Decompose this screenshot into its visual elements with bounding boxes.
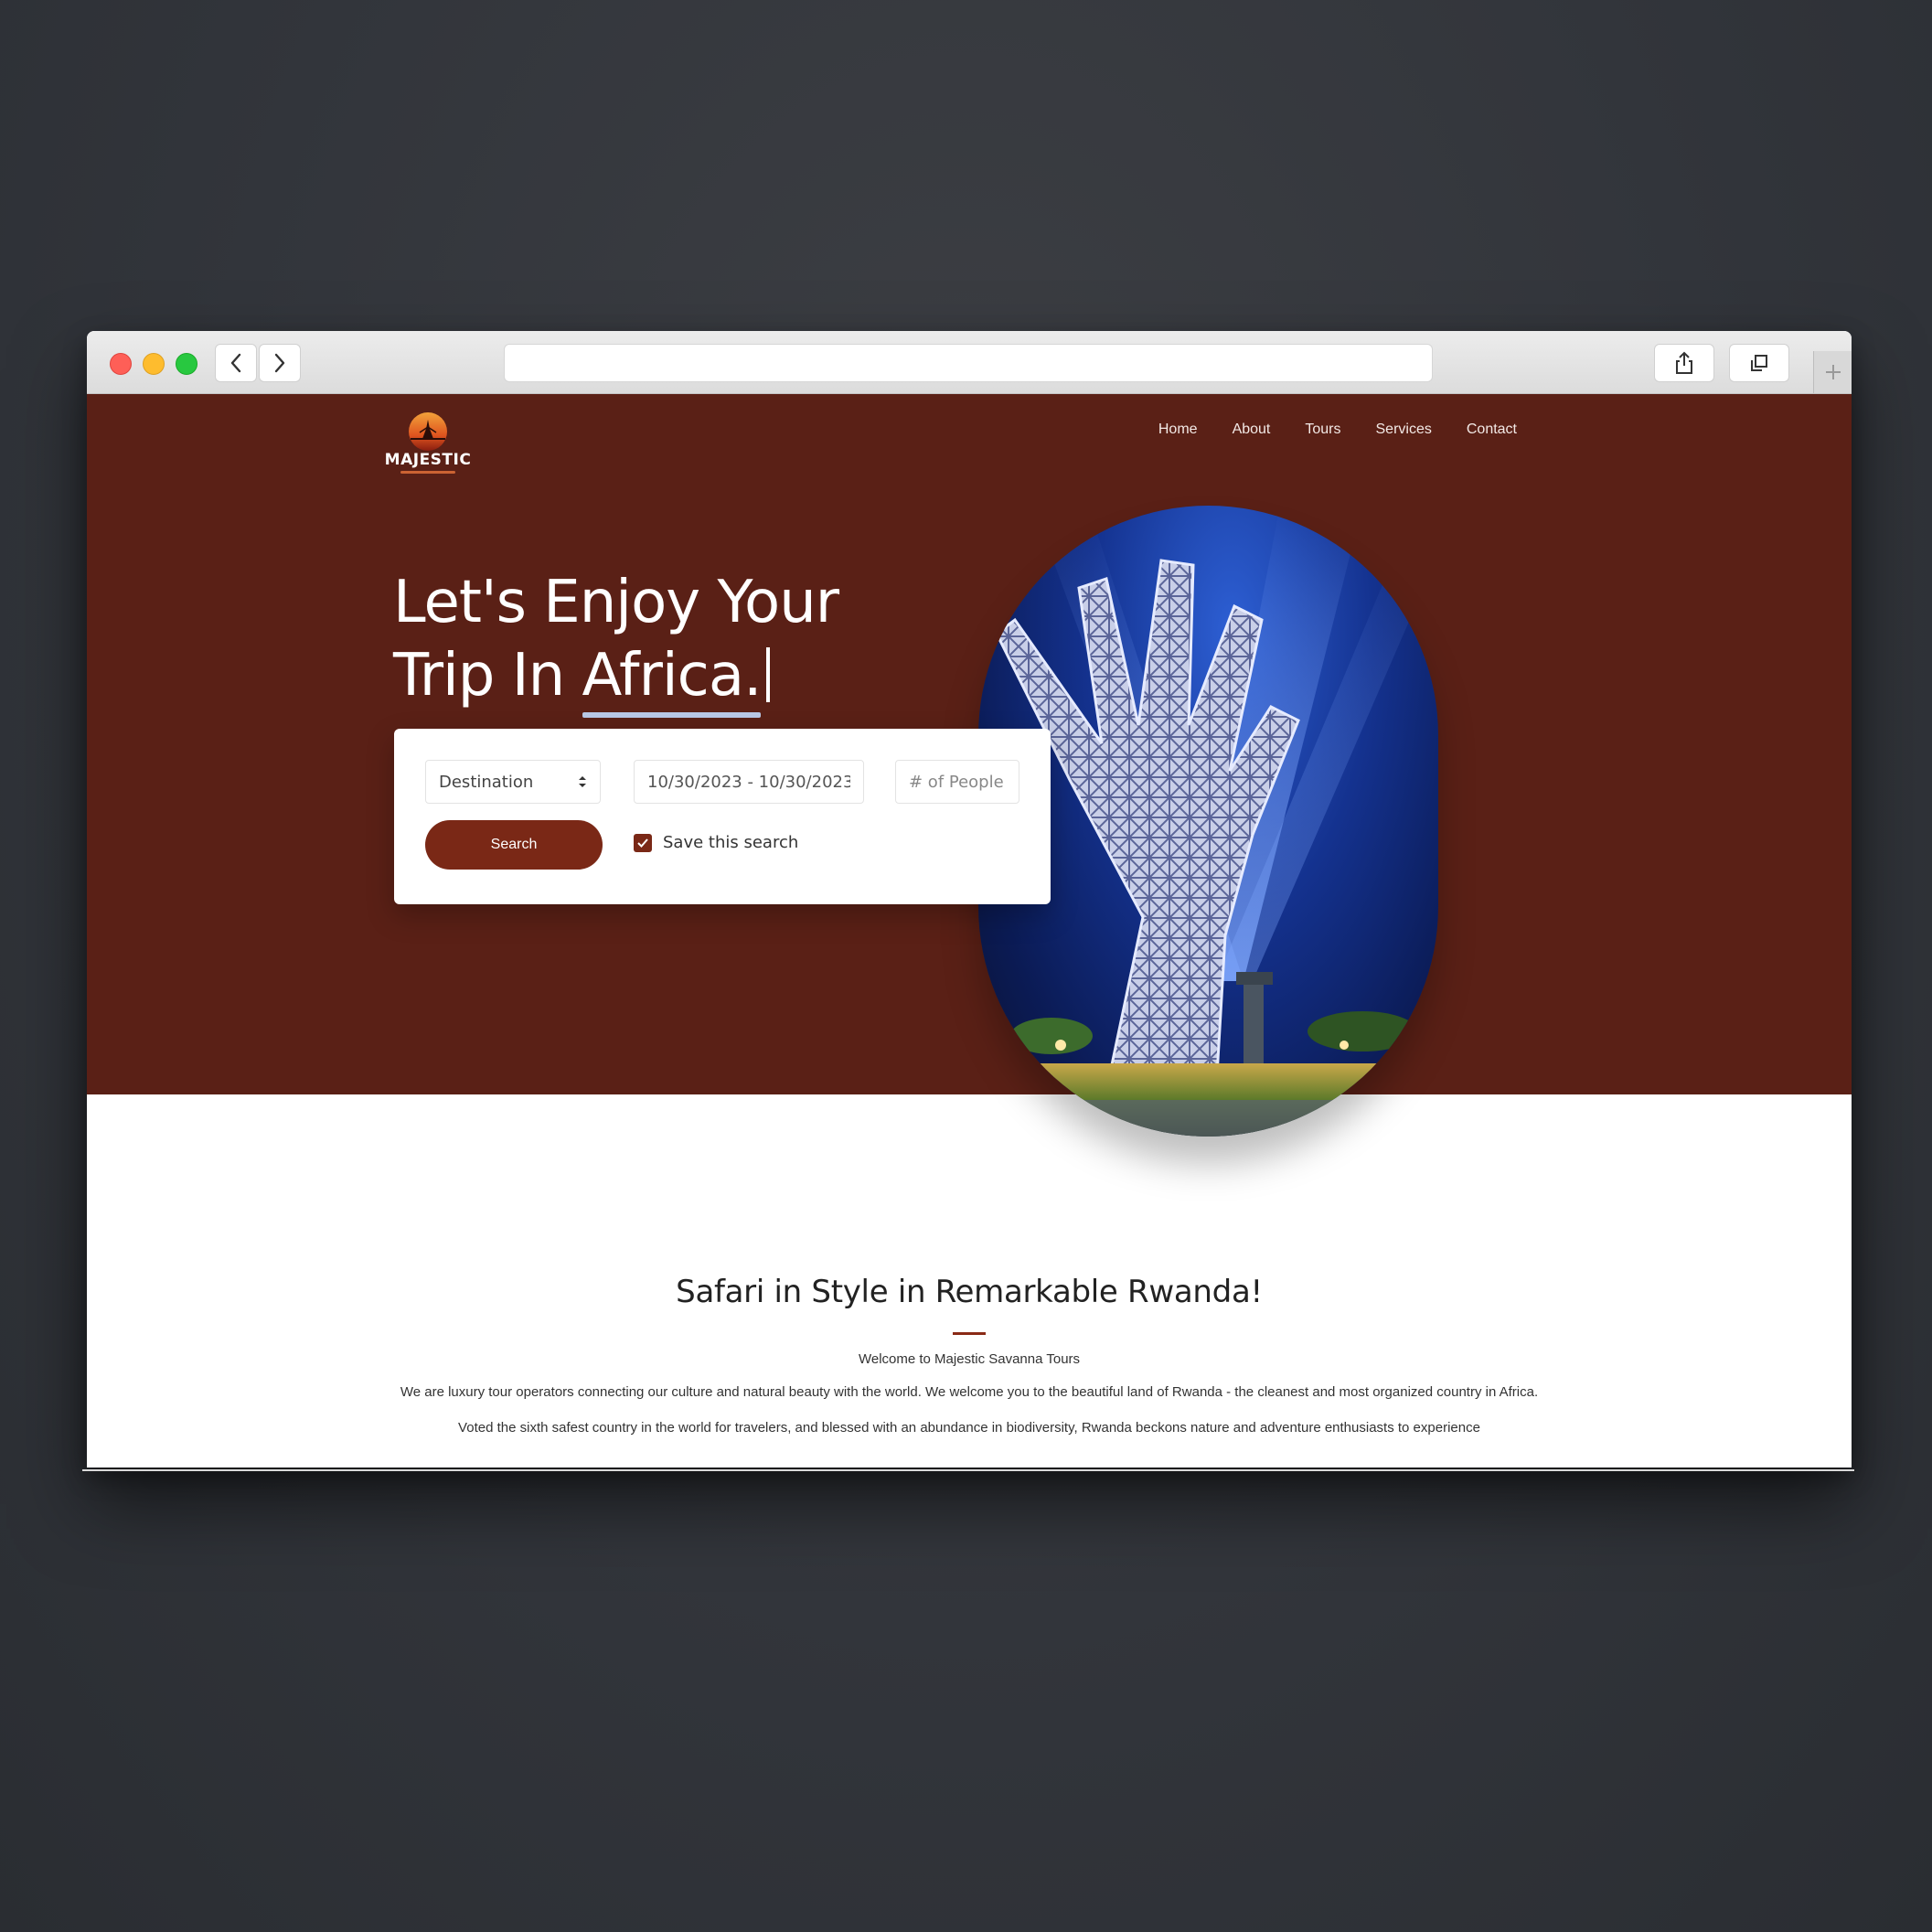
logo-tagline-bar: [400, 471, 455, 474]
nav-services[interactable]: Services: [1376, 422, 1432, 438]
save-search-label: Save this search: [663, 833, 799, 852]
share-button[interactable]: [1654, 344, 1714, 382]
hero-headline-prefix: Trip In: [393, 641, 582, 710]
hero-headline: Let's Enjoy Your Trip In Africa.: [393, 566, 905, 718]
window-bottom-edge: [82, 1469, 1854, 1471]
new-tab-button[interactable]: [1813, 351, 1852, 393]
hero-headline-line2: Trip In Africa.: [393, 639, 905, 718]
intro-paragraph-2: Voted the sixth safest country in the wo…: [458, 1420, 1480, 1436]
main-nav: Home About Tours Services Contact: [1158, 422, 1517, 438]
select-arrows-icon: [579, 776, 586, 787]
save-search-checkbox[interactable]: [634, 833, 652, 852]
date-range-input[interactable]: [634, 760, 864, 804]
intro-paragraph-1: We are luxury tour operators connecting …: [400, 1384, 1539, 1400]
browser-titlebar: [87, 331, 1852, 394]
site-logo[interactable]: MAJESTIC: [382, 411, 474, 482]
back-button[interactable]: [215, 344, 257, 382]
chevron-left-icon: [230, 353, 241, 373]
search-form: Destination Search Save this search: [394, 729, 1051, 904]
intro-section: Safari in Style in Remarkable Rwanda! We…: [87, 1274, 1852, 1438]
tabs-icon: [1751, 355, 1767, 371]
hero-section: MAJESTIC Home About Tours Services Conta…: [87, 394, 1852, 1137]
close-window-button[interactable]: [110, 353, 132, 375]
share-icon: [1676, 351, 1692, 374]
save-search-option[interactable]: Save this search: [634, 833, 798, 852]
typing-cursor: [766, 646, 771, 702]
plus-icon: [1826, 365, 1841, 379]
web-page: MAJESTIC Home About Tours Services Conta…: [87, 394, 1852, 1468]
tab-overview-button[interactable]: [1729, 344, 1789, 382]
people-count-input[interactable]: [895, 760, 1019, 804]
search-button[interactable]: Search: [425, 820, 603, 870]
hero-headline-accent: Africa.: [582, 639, 762, 718]
browser-window: MAJESTIC Home About Tours Services Conta…: [87, 331, 1852, 1468]
nav-contact[interactable]: Contact: [1467, 422, 1517, 438]
title-divider: [953, 1332, 986, 1335]
nav-home[interactable]: Home: [1158, 422, 1198, 438]
destination-select[interactable]: Destination: [425, 760, 601, 804]
checkmark-icon: [637, 838, 648, 848]
nav-about[interactable]: About: [1233, 422, 1271, 438]
welcome-text: Welcome to Majestic Savanna Tours: [858, 1351, 1081, 1367]
chevron-right-icon: [274, 353, 285, 373]
hero-headline-line1: Let's Enjoy Your: [393, 568, 839, 636]
forward-button[interactable]: [259, 344, 301, 382]
address-bar[interactable]: [504, 344, 1433, 382]
sunset-logo-icon: [409, 412, 447, 451]
maximize-window-button[interactable]: [176, 353, 197, 375]
nav-tours[interactable]: Tours: [1305, 422, 1340, 438]
minimize-window-button[interactable]: [143, 353, 165, 375]
destination-select-value: Destination: [439, 772, 534, 792]
logo-wordmark: MAJESTIC: [384, 451, 472, 469]
section-title: Safari in Style in Remarkable Rwanda!: [676, 1274, 1263, 1310]
